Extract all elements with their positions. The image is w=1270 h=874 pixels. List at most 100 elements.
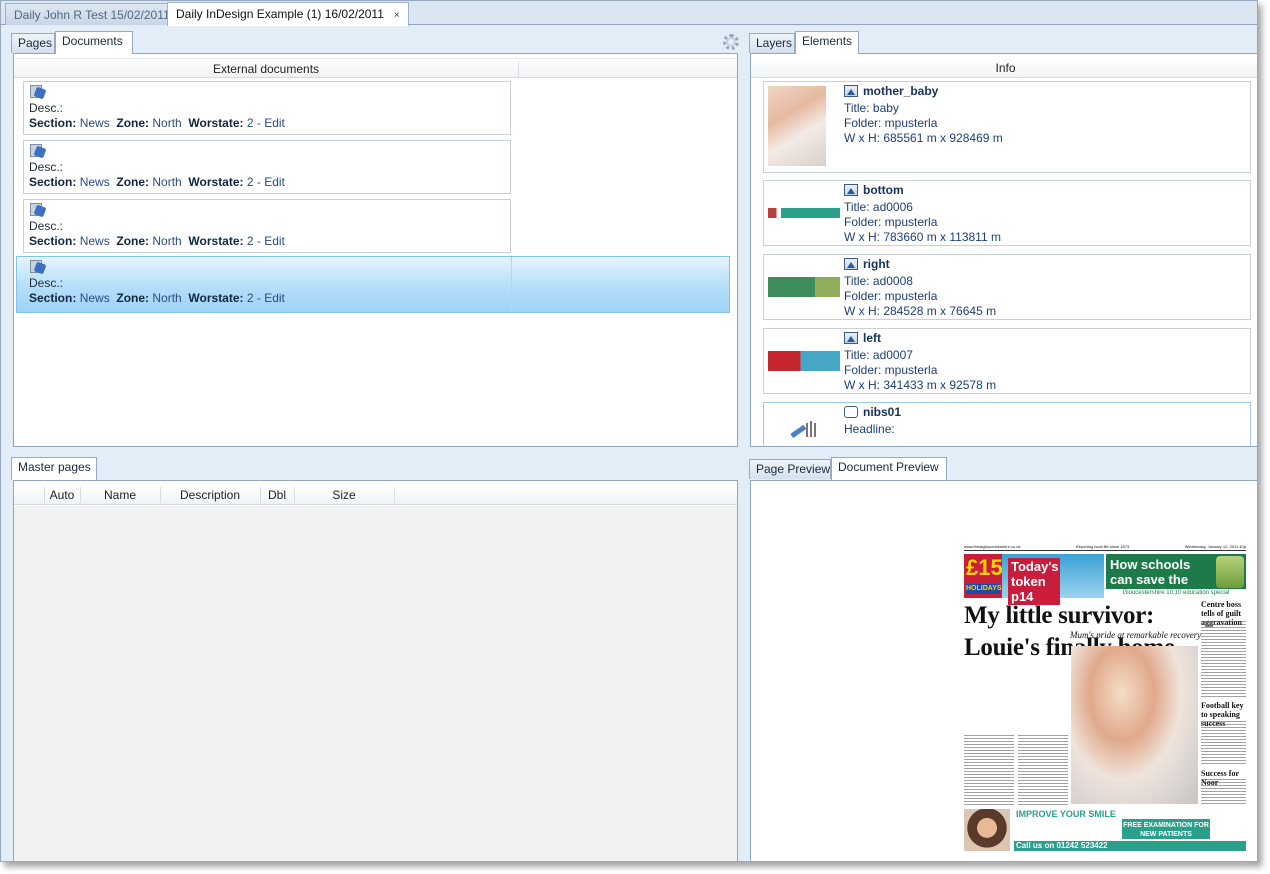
plugin-document-icon [29, 259, 47, 275]
image-icon [844, 184, 858, 196]
row-desc: Desc.: [29, 219, 64, 233]
external-document-row[interactable]: Desc.: Section: News Zone: North Worstat… [23, 140, 511, 194]
section-value: News [79, 175, 110, 189]
image-icon [844, 258, 858, 270]
element-card-right[interactable]: right Title: ad0008 Folder: mpusterla W … [763, 254, 1251, 320]
text-column [1201, 621, 1246, 697]
element-thumbnail [768, 86, 826, 166]
newspaper-subhead: Mum's pride at remarkable recovery [1070, 630, 1202, 640]
column-separator [518, 61, 519, 77]
row-meta: Section: News Zone: North Worstate: 2 - … [29, 291, 729, 306]
newspaper-masthead-line: www.thisisgloucestershire.co.uk Reportin… [964, 543, 1246, 551]
tab-label: Master pages [18, 460, 91, 474]
ad-bottom-exam: FREE EXAMINATION FOR NEW PATIENTS [1122, 819, 1210, 839]
section-label: Section: [29, 175, 77, 189]
text-tool-icon [844, 406, 858, 418]
document-tab-strip: Daily John R Test 15/02/2011 Daily InDes… [1, 1, 1257, 26]
column-header-size[interactable]: Size [294, 485, 394, 505]
external-document-row-selected[interactable]: Desc.: Section: News Zone: North Worstat… [16, 256, 730, 313]
element-folder: Folder: mpusterla [844, 363, 938, 377]
row-desc: Desc.: [29, 160, 64, 174]
row-separator [511, 257, 512, 312]
worstate-value: 2 - Edit [246, 175, 285, 189]
element-size: W x H: 685561 m x 928469 m [844, 131, 1003, 145]
column-header-auto[interactable]: Auto [44, 485, 80, 505]
column-header-dbl[interactable]: Dbl [260, 485, 294, 505]
tab-master-pages[interactable]: Master pages [11, 457, 97, 480]
element-size: W x H: 783660 m x 113811 m [844, 230, 1001, 244]
element-card-mother-baby[interactable]: mother_baby Title: baby Folder: mpusterl… [763, 81, 1251, 173]
element-title: Title: baby [844, 101, 899, 115]
element-name-text: bottom [863, 183, 904, 197]
element-card-bottom[interactable]: bottom Title: ad0006 Folder: mpusterla W… [763, 180, 1251, 246]
plugin-document-icon [29, 84, 47, 100]
doc-tab-label: Daily John R Test 15/02/2011 [14, 8, 170, 22]
dental-ad: IMPROVE YOUR SMILE FREE EXAMINATION FOR … [964, 809, 1246, 855]
tab-layers[interactable]: Layers [749, 33, 795, 53]
external-document-row[interactable]: Desc.: Section: News Zone: North Worstat… [23, 199, 511, 253]
app-window: Daily John R Test 15/02/2011 Daily InDes… [0, 0, 1258, 862]
column-header-name[interactable]: Name [80, 485, 160, 505]
close-icon[interactable]: × [394, 10, 400, 21]
element-name-text: mother_baby [863, 84, 939, 98]
master-pages-header: Auto Name Description Dbl Size [14, 485, 737, 505]
ad-bottom-call: Call us on 01242 523422 [1014, 841, 1246, 851]
element-name-text: left [863, 331, 881, 345]
elements-header: Info [751, 58, 1257, 78]
column-header-info[interactable]: Info [751, 58, 1257, 78]
masthead-date: Wednesday, January 12, 2011 40p [1184, 544, 1246, 549]
mother-baby-photo [1071, 646, 1198, 804]
element-name: mother_baby [844, 84, 938, 98]
element-folder: Folder: mpusterla [844, 289, 938, 303]
zone-label: Zone: [116, 116, 150, 130]
element-name: bottom [844, 183, 904, 197]
element-title: Title: ad0007 [844, 348, 913, 362]
zone-label: Zone: [116, 175, 150, 189]
schools-ad: How schools can save the planet Gloucest… [1106, 554, 1246, 602]
tab-elements[interactable]: Elements [795, 31, 859, 54]
tab-label: Pages [18, 36, 53, 50]
section-value: News [79, 291, 110, 305]
element-folder: Folder: mpusterla [844, 215, 938, 229]
text-column [1018, 735, 1068, 807]
gear-icon[interactable] [723, 34, 739, 50]
zone-value: North [152, 291, 182, 305]
worstate-value: 2 - Edit [246, 234, 285, 248]
zone-label: Zone: [116, 291, 150, 305]
tab-page-preview[interactable]: Page Preview [749, 459, 831, 479]
element-name: right [844, 257, 890, 271]
column-header-description[interactable]: Description [160, 485, 260, 505]
row-meta: Section: News Zone: North Worstate: 2 - … [29, 116, 510, 131]
documents-pane: Pages Documents External documents Desc.… [9, 31, 739, 451]
plugin-document-icon [29, 143, 47, 159]
column-header-external-documents[interactable]: External documents [14, 59, 518, 79]
ad-smile-block: IMPROVE YOUR SMILE FREE EXAMINATION FOR … [1014, 809, 1246, 841]
doc-tab-daily-indesign[interactable]: Daily InDesign Example (1) 16/02/2011 × [167, 2, 409, 26]
element-headline: Headline: [844, 422, 895, 436]
element-title: Title: ad0008 [844, 274, 913, 288]
masthead-url: www.thisisgloucestershire.co.uk [964, 544, 1021, 549]
tab-document-preview[interactable]: Document Preview [831, 457, 947, 480]
section-value: News [79, 234, 110, 248]
section-label: Section: [29, 234, 77, 248]
image-icon [844, 85, 858, 97]
external-document-row[interactable]: Desc.: Section: News Zone: North Worstat… [23, 81, 511, 135]
row-meta: Section: News Zone: North Worstate: 2 - … [29, 175, 510, 190]
holiday-ad: £15 HOLIDAYS Today's token p14 [964, 554, 1104, 605]
tab-documents[interactable]: Documents [55, 31, 133, 54]
master-pages-empty-area[interactable] [14, 506, 737, 861]
doc-tab-daily-john[interactable]: Daily John R Test 15/02/2011 [5, 3, 179, 25]
zone-value: North [152, 116, 182, 130]
element-card-nibs01[interactable]: nibs01 Headline: [763, 402, 1251, 446]
document-preview-canvas[interactable]: www.thisisgloucestershire.co.uk Reportin… [750, 480, 1257, 861]
plugin-document-icon [29, 202, 47, 218]
tab-pages[interactable]: Pages [11, 33, 55, 53]
column-separator [394, 487, 395, 503]
element-card-left[interactable]: left Title: ad0007 Folder: mpusterla W x… [763, 328, 1251, 394]
section-value: News [79, 116, 110, 130]
worstate-label: Worstate: [188, 175, 244, 189]
image-icon [844, 332, 858, 344]
element-thumbnail [768, 277, 840, 297]
tab-label: Layers [756, 36, 793, 50]
preview-pane: Page Preview Document Preview www.thisis… [747, 457, 1257, 861]
